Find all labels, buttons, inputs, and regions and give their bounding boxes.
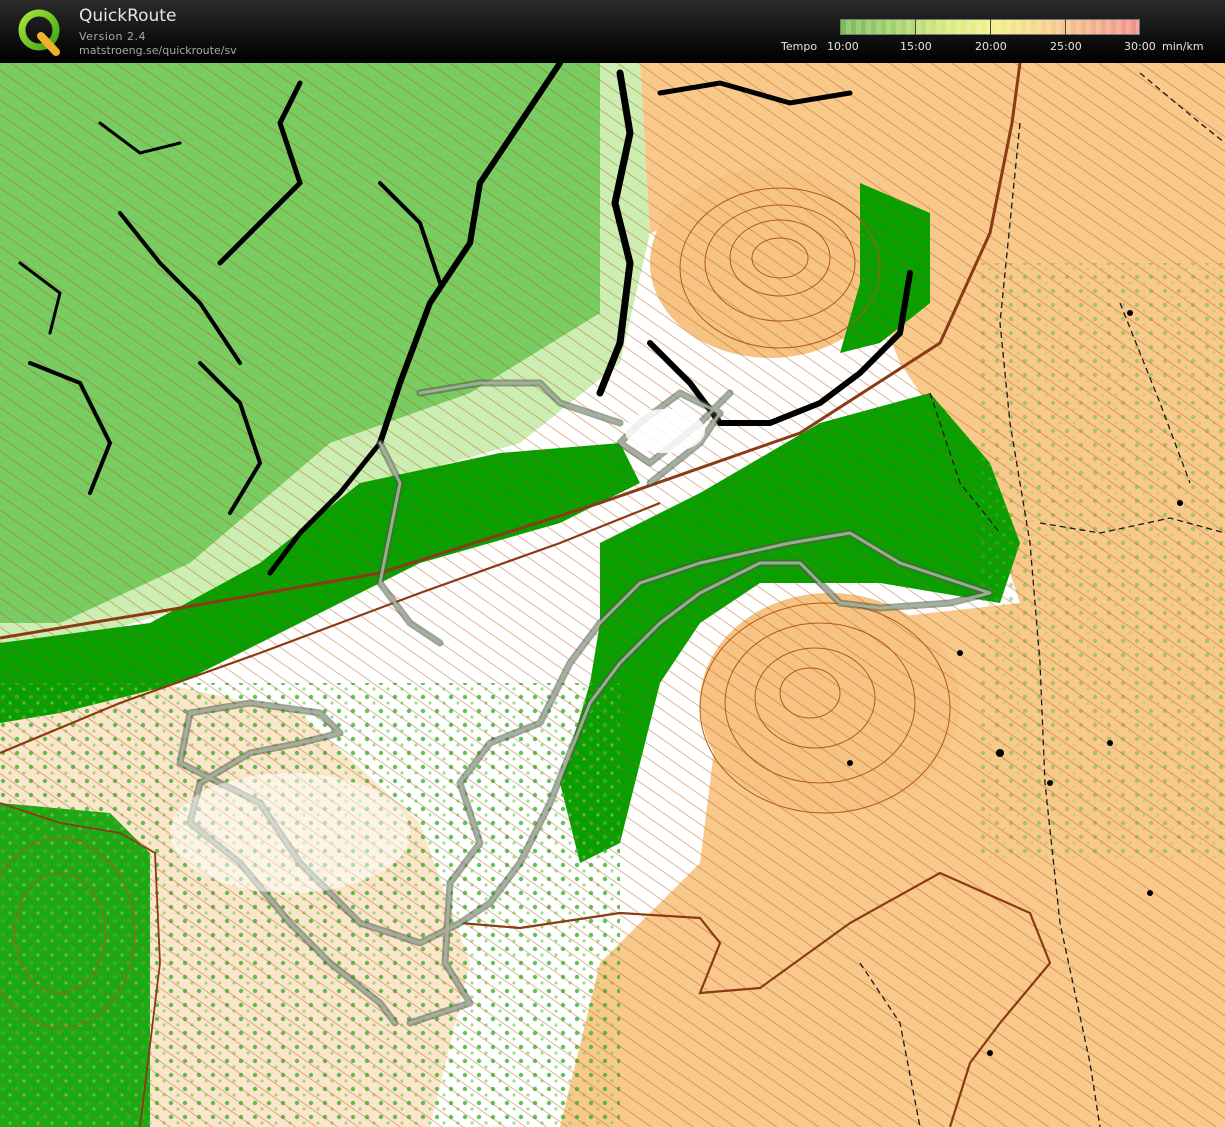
pace-tick-label: 30:00: [1124, 40, 1156, 53]
pace-tick-label: 15:00: [900, 40, 932, 53]
pace-scale-label: Tempo: [781, 40, 818, 53]
map-canvas: [0, 63, 1225, 1127]
open-clearing: [170, 773, 410, 893]
orienteering-map[interactable]: [0, 63, 1225, 1127]
open-clearing: [625, 409, 705, 453]
app-version: Version 2.4: [79, 30, 146, 43]
pace-tick-label: 10:00: [827, 40, 859, 53]
pace-unit-label: min/km: [1162, 40, 1204, 53]
pace-tick-label: 20:00: [975, 40, 1007, 53]
pace-scale-divider: [1065, 19, 1066, 35]
app-title: QuickRoute: [79, 6, 177, 26]
app-url-link[interactable]: matstroeng.se/quickroute/sv: [79, 44, 237, 57]
pace-scale-divider: [915, 19, 916, 35]
quickroute-logo-icon: [18, 9, 60, 56]
pace-scale-divider: [990, 19, 991, 35]
app-header: QuickRoute Version 2.4 matstroeng.se/qui…: [0, 0, 1225, 62]
contour-lines: [0, 63, 1225, 1127]
pace-tick-label: 25:00: [1050, 40, 1082, 53]
